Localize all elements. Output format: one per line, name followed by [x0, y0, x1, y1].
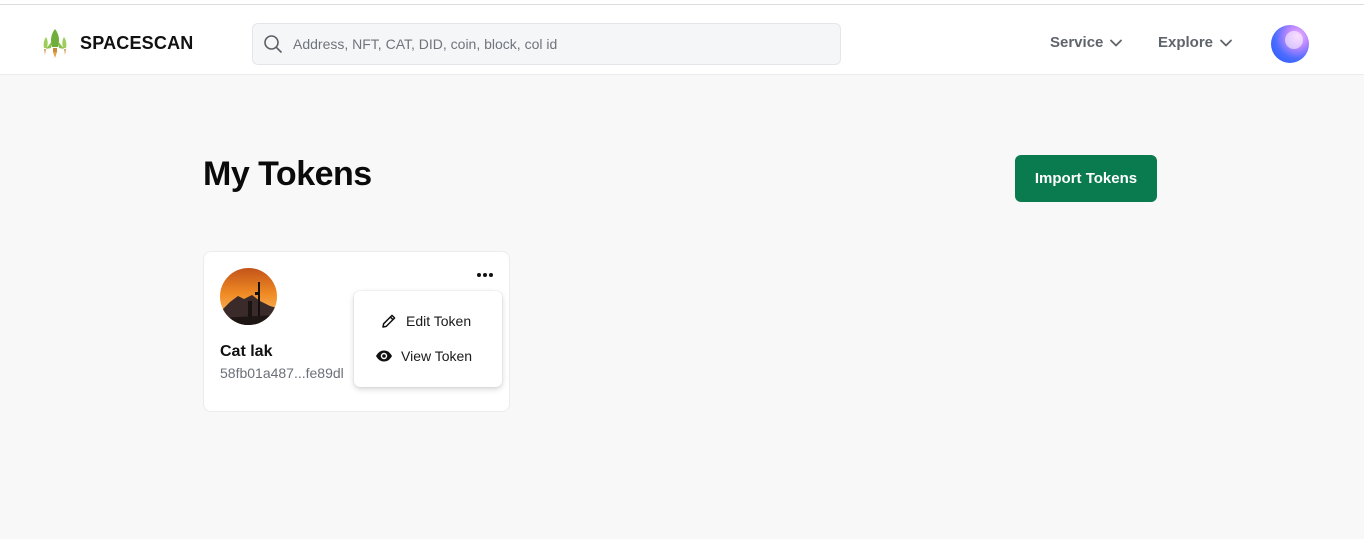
chevron-down-icon	[1110, 39, 1123, 46]
token-actions-menu: Edit Token View Token	[354, 291, 502, 387]
pencil-icon	[382, 314, 396, 328]
avatar-swirl	[1285, 31, 1303, 49]
nav-service-dropdown[interactable]: Service	[1050, 34, 1123, 51]
brand-name: SPACESCAN	[80, 32, 194, 53]
chevron-down-icon	[1220, 39, 1232, 46]
ellipsis-icon	[477, 273, 493, 277]
nav-explore-label: Explore	[1158, 34, 1214, 51]
brand-logo[interactable]: SPACESCAN	[40, 27, 193, 59]
more-options-icon[interactable]	[470, 266, 500, 284]
search-bar[interactable]	[252, 23, 841, 65]
view-token-label: View Token	[401, 348, 473, 364]
search-input[interactable]	[293, 36, 813, 52]
nav-service-label: Service	[1050, 34, 1104, 51]
token-image	[220, 268, 277, 325]
edit-token-menu-item[interactable]: Edit Token	[380, 312, 471, 330]
token-name: Cat lak	[220, 343, 273, 360]
rocket-logo-icon	[43, 29, 67, 58]
token-avatar	[220, 268, 277, 325]
user-avatar[interactable]	[1271, 25, 1309, 63]
page-title: My Tokens	[203, 155, 372, 193]
edit-token-label: Edit Token	[406, 313, 472, 329]
top-header: SPACESCAN Service Explore	[0, 5, 1364, 75]
token-id: 58fb01a487...fe89dl	[220, 365, 344, 381]
eye-icon	[376, 350, 392, 362]
import-tokens-button[interactable]: Import Tokens	[1015, 155, 1157, 202]
view-token-menu-item[interactable]: View Token	[375, 347, 472, 365]
nav-explore-dropdown[interactable]: Explore	[1158, 34, 1233, 51]
search-icon	[264, 35, 282, 53]
